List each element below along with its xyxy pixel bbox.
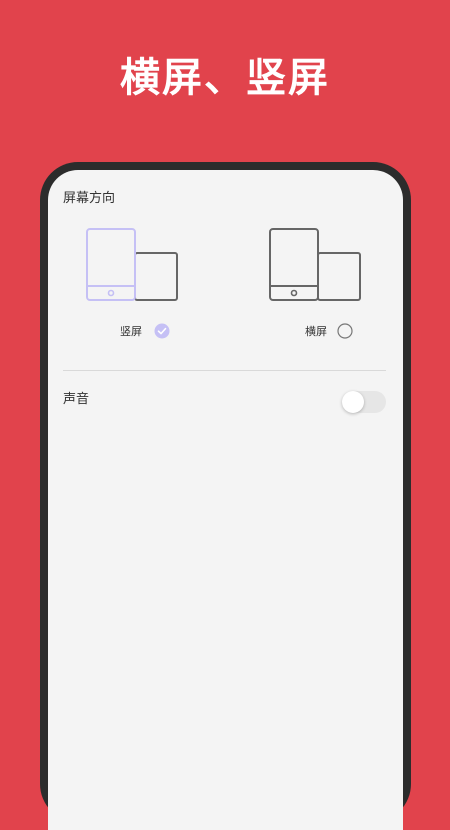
toggle-knob[interactable] (342, 391, 364, 413)
sound-label: 声音 (63, 392, 90, 407)
portrait-label: 竖屏 (120, 325, 142, 338)
sound-toggle[interactable] (342, 391, 386, 413)
portrait-option[interactable]: 竖屏 (78, 228, 188, 348)
check-selected-icon[interactable] (154, 323, 170, 339)
headline: 横屏、竖屏 (120, 54, 330, 101)
portrait-device-icon (86, 228, 178, 301)
radio-unselected-icon[interactable] (337, 323, 353, 339)
portrait-label-row: 竖屏 (78, 322, 188, 342)
phone-screen: 屏幕方向 竖屏 横屏 声音 (48, 170, 403, 830)
phone-frame: 屏幕方向 竖屏 横屏 声音 (40, 162, 411, 830)
landscape-option[interactable]: 横屏 (261, 228, 371, 348)
orientation-title: 屏幕方向 (63, 191, 116, 206)
landscape-label-row: 横屏 (261, 322, 371, 342)
landscape-label: 横屏 (305, 325, 327, 338)
divider (63, 370, 386, 371)
landscape-device-icon (269, 228, 361, 301)
